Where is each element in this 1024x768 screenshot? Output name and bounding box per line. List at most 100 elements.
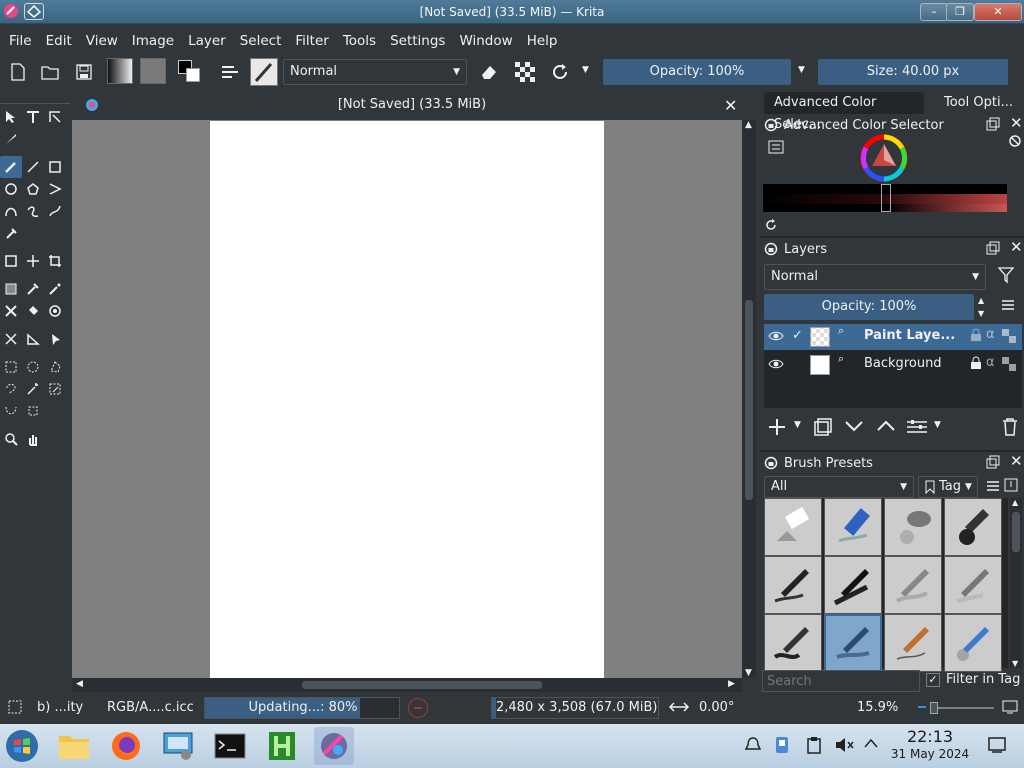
show-desktop-icon[interactable] bbox=[988, 737, 1006, 753]
layer-properties-icon[interactable] bbox=[906, 419, 928, 435]
menu-help[interactable]: Help bbox=[522, 30, 563, 52]
brush-preset-selected-basic[interactable] bbox=[824, 614, 882, 672]
eraser-mode-icon[interactable] bbox=[475, 58, 503, 86]
contiguous-selection-tool-icon[interactable] bbox=[22, 378, 44, 400]
reset-color-icon[interactable] bbox=[1008, 134, 1022, 148]
chevron-down-icon[interactable]: ▼ bbox=[934, 420, 941, 430]
menu-view[interactable]: View bbox=[81, 30, 123, 52]
refresh-icon[interactable] bbox=[764, 218, 778, 232]
preserve-alpha-icon[interactable] bbox=[511, 58, 539, 86]
eye-visible-icon[interactable] bbox=[768, 358, 784, 370]
brush-preset-eraser[interactable] bbox=[764, 498, 822, 556]
close-docker-icon[interactable]: ✕ bbox=[1010, 238, 1023, 256]
menu-tools[interactable]: Tools bbox=[338, 30, 381, 52]
menu-select[interactable]: Select bbox=[235, 30, 287, 52]
clock[interactable]: 22:13 31 May 2024 bbox=[888, 728, 972, 762]
brush-preset-blue-marker[interactable] bbox=[824, 498, 882, 556]
smart-patch-tool-icon[interactable] bbox=[44, 278, 66, 300]
brush-preset-fine-liner[interactable] bbox=[884, 614, 942, 672]
color-settings-icon[interactable] bbox=[768, 140, 784, 154]
brush-preset-pencil-soft[interactable] bbox=[824, 556, 882, 614]
menu-window[interactable]: Window bbox=[454, 30, 517, 52]
move-layer-down-icon[interactable] bbox=[844, 420, 864, 432]
color-history-strip[interactable] bbox=[763, 184, 1007, 212]
close-document-button[interactable]: ✕ bbox=[724, 96, 737, 115]
canvas-paper[interactable] bbox=[210, 121, 604, 678]
document-tab[interactable]: [Not Saved] (33.5 MiB) ✕ bbox=[72, 92, 752, 120]
elliptical-selection-tool-icon[interactable] bbox=[22, 356, 44, 378]
layer-blend-mode-select[interactable]: Normal ▼ bbox=[764, 264, 986, 290]
lock-docker-icon[interactable] bbox=[764, 118, 778, 132]
bezier-curve-tool-icon[interactable] bbox=[0, 200, 22, 222]
brush-preset-ink-pen[interactable] bbox=[944, 498, 1002, 556]
layer-row[interactable]: ✓ ⌕ Paint Laye... α bbox=[764, 324, 1022, 350]
zoom-slider-thumb[interactable] bbox=[930, 702, 938, 714]
firefox-icon[interactable] bbox=[106, 727, 146, 765]
scrollbar-thumb[interactable] bbox=[1012, 512, 1020, 552]
move-layer-up-icon[interactable] bbox=[876, 420, 896, 432]
colorize-mask-tool-icon[interactable] bbox=[0, 300, 22, 322]
filter-icon[interactable] bbox=[998, 266, 1014, 284]
magnetic-selection-tool-icon[interactable] bbox=[22, 400, 44, 422]
duplicate-layer-icon[interactable] bbox=[814, 418, 832, 436]
inherit-alpha-icon[interactable] bbox=[1002, 357, 1016, 371]
brush-grid-scrollbar[interactable]: ▲ ▼ bbox=[1010, 498, 1022, 668]
opacity-slider[interactable]: Opacity: 100% bbox=[603, 59, 791, 85]
canvas-vertical-scrollbar[interactable]: ▲ ▼ bbox=[742, 120, 756, 678]
rectangular-selection-tool-icon[interactable] bbox=[0, 356, 22, 378]
color-picker-tool-icon[interactable] bbox=[22, 278, 44, 300]
chevron-down-icon[interactable]: ▼ bbox=[582, 65, 589, 75]
size-slider[interactable]: Size: 40.00 px bbox=[818, 59, 1008, 85]
color-wheel[interactable] bbox=[860, 134, 908, 182]
system-settings-icon[interactable] bbox=[158, 727, 198, 765]
brush-search-input[interactable] bbox=[762, 670, 920, 692]
file-manager-icon[interactable] bbox=[54, 727, 94, 765]
menu-edit[interactable]: Edit bbox=[41, 30, 77, 52]
foreground-background-color-icon[interactable] bbox=[176, 58, 206, 86]
terminal-icon[interactable] bbox=[210, 727, 250, 765]
window-menu-icon[interactable] bbox=[24, 3, 44, 20]
h-app-icon[interactable] bbox=[262, 727, 302, 765]
gradient-tool-icon[interactable] bbox=[0, 278, 22, 300]
menu-file[interactable]: File bbox=[4, 30, 37, 52]
measure-tool-icon[interactable] bbox=[22, 328, 44, 350]
open-document-icon[interactable] bbox=[36, 58, 64, 86]
alpha-lock-icon[interactable]: α bbox=[986, 327, 995, 342]
brush-preset-airbrush[interactable] bbox=[884, 498, 942, 556]
filter-in-tag-checkbox[interactable]: ✓ Filter in Tag bbox=[926, 672, 1020, 687]
pan-tool-icon[interactable] bbox=[22, 428, 44, 450]
inherit-alpha-icon[interactable] bbox=[1002, 329, 1016, 343]
polyline-tool-icon[interactable] bbox=[44, 178, 66, 200]
view-menu-icon[interactable] bbox=[986, 480, 1000, 492]
float-docker-icon[interactable] bbox=[986, 455, 1000, 469]
similar-color-selection-tool-icon[interactable] bbox=[44, 378, 66, 400]
close-docker-icon[interactable]: ✕ bbox=[1010, 114, 1023, 132]
polygon-tool-icon[interactable] bbox=[22, 178, 44, 200]
brush-preset-blue-pencil[interactable] bbox=[944, 614, 1002, 672]
canvas-horizontal-scrollbar[interactable]: ◀ ▶ bbox=[72, 678, 742, 692]
selection-mode-icon[interactable] bbox=[8, 700, 22, 714]
pattern-preset-icon[interactable] bbox=[140, 58, 166, 84]
scrollbar-thumb[interactable] bbox=[745, 300, 753, 500]
assistant-tool-icon[interactable] bbox=[0, 328, 22, 350]
zoom-out-icon[interactable] bbox=[916, 700, 928, 714]
chevron-up-icon[interactable] bbox=[864, 738, 878, 748]
notifications-icon[interactable] bbox=[744, 736, 762, 754]
import-resource-icon[interactable] bbox=[1004, 478, 1018, 492]
reference-images-tool-icon[interactable] bbox=[44, 328, 66, 350]
zoom-tool-icon[interactable] bbox=[0, 428, 22, 450]
edit-shapes-tool-icon[interactable] bbox=[44, 106, 66, 128]
scroll-down-icon[interactable]: ▼ bbox=[1012, 659, 1018, 668]
freehand-brush-tool-icon[interactable] bbox=[0, 156, 22, 178]
layer-name[interactable]: Paint Laye... bbox=[864, 328, 955, 343]
brush-preset-smudge[interactable] bbox=[944, 556, 1002, 614]
eye-visible-icon[interactable] bbox=[768, 330, 784, 342]
new-document-icon[interactable] bbox=[4, 58, 32, 86]
scrollbar-thumb[interactable] bbox=[302, 681, 542, 689]
chevron-down-icon[interactable]: ▼ bbox=[794, 420, 801, 430]
zoom-slider[interactable] bbox=[930, 702, 994, 714]
opacity-spin-icon[interactable]: ▲ ▼ bbox=[978, 294, 984, 320]
gradient-preset-icon[interactable] bbox=[107, 58, 133, 84]
alpha-lock-icon[interactable]: α bbox=[986, 355, 995, 370]
brush-preset-brush-ink[interactable] bbox=[764, 614, 822, 672]
